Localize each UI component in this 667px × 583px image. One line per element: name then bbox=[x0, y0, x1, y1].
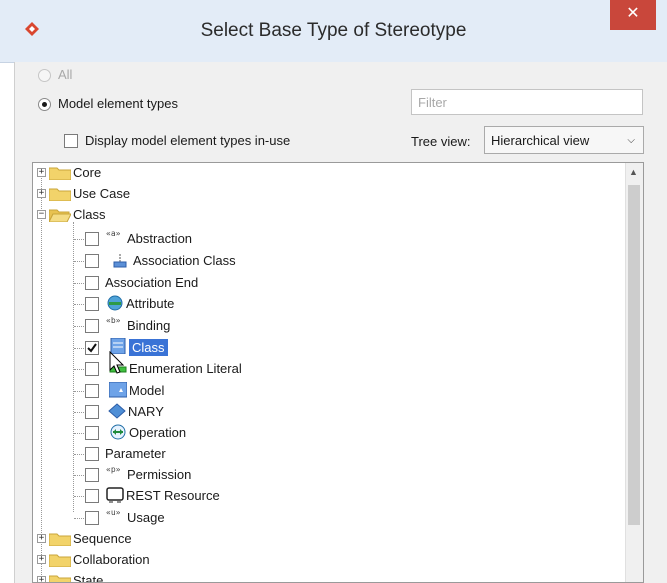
collapse-icon[interactable]: − bbox=[37, 210, 46, 219]
folder-icon bbox=[49, 533, 71, 546]
rest-resource-icon bbox=[106, 487, 124, 503]
item-checkbox[interactable] bbox=[85, 384, 99, 398]
model-element-types-radio[interactable] bbox=[38, 98, 51, 111]
expand-icon[interactable]: + bbox=[37, 189, 46, 198]
tree-item-rest-resource[interactable]: REST Resource bbox=[33, 486, 623, 507]
permission-icon: «p» bbox=[106, 465, 121, 474]
tree-item-label: REST Resource bbox=[126, 488, 220, 503]
model-element-tree[interactable]: + Core + Use Case − Class «a» Abstractio… bbox=[32, 162, 644, 583]
tree-node-label: Class bbox=[73, 207, 106, 222]
tree-node-core[interactable]: + Core bbox=[33, 163, 623, 184]
tree-view-label: Tree view: bbox=[411, 134, 471, 149]
tree-item-model[interactable]: Model bbox=[33, 381, 623, 402]
expand-icon[interactable]: + bbox=[37, 576, 46, 582]
usage-icon: «u» bbox=[106, 508, 121, 517]
item-checkbox[interactable] bbox=[85, 362, 99, 376]
tree-item-label: Attribute bbox=[126, 296, 175, 311]
tree-node-label: Sequence bbox=[73, 531, 132, 546]
tree-node-label: Use Case bbox=[73, 186, 131, 201]
display-in-use-label: Display model element types in-use bbox=[85, 133, 291, 148]
tree-node-use-case[interactable]: + Use Case bbox=[33, 184, 623, 205]
mouse-cursor-icon bbox=[109, 351, 125, 374]
tree-item-usage[interactable]: «u» Usage bbox=[33, 508, 623, 529]
item-checkbox[interactable] bbox=[85, 319, 99, 333]
association-class-icon bbox=[113, 254, 127, 268]
folder-icon bbox=[49, 575, 71, 582]
tree-item-label: Parameter bbox=[105, 446, 166, 461]
open-folder-icon bbox=[49, 209, 71, 222]
item-checkbox[interactable] bbox=[85, 468, 99, 482]
tree-view-select[interactable]: Hierarchical view ⌵ bbox=[484, 126, 644, 154]
dialog-title: Select Base Type of Stereotype bbox=[200, 20, 467, 41]
tree-node-label: Core bbox=[73, 165, 102, 180]
filter-input[interactable] bbox=[411, 89, 643, 115]
tree-item-label: Usage bbox=[127, 510, 165, 525]
tree-item-association-class[interactable]: Association Class bbox=[33, 251, 623, 272]
scroll-up-arrow-icon[interactable]: ▲ bbox=[629, 167, 638, 177]
tree-node-label: Collaboration bbox=[73, 552, 150, 567]
item-checkbox[interactable] bbox=[85, 276, 99, 290]
item-checkbox[interactable] bbox=[85, 254, 99, 268]
title-bar: Select Base Type of Stereotype ✕ bbox=[0, 0, 667, 63]
tree-item-label: Model bbox=[129, 383, 165, 398]
tree-item-permission[interactable]: «p» Permission bbox=[33, 465, 623, 486]
item-checkbox[interactable] bbox=[85, 297, 99, 311]
operation-icon bbox=[110, 424, 126, 440]
tree-item-label: Permission bbox=[127, 467, 192, 482]
tree-node-class-folder[interactable]: − Class bbox=[33, 205, 623, 226]
item-checkbox[interactable] bbox=[85, 405, 99, 419]
tree-view-value: Hierarchical view bbox=[491, 133, 590, 148]
tree-node-label: State bbox=[73, 573, 104, 583]
binding-icon: «b» bbox=[106, 316, 121, 325]
display-in-use-checkbox[interactable] bbox=[64, 134, 78, 148]
abstraction-icon: «a» bbox=[106, 229, 121, 238]
chevron-down-icon: ⌵ bbox=[627, 135, 635, 146]
expand-icon[interactable]: + bbox=[37, 168, 46, 177]
tree-item-label: Abstraction bbox=[127, 231, 193, 246]
tree-node-state[interactable]: + State bbox=[33, 571, 623, 583]
item-checkbox[interactable] bbox=[85, 447, 99, 461]
tree-item-label: Operation bbox=[129, 425, 187, 440]
tree-item-attribute[interactable]: Attribute bbox=[33, 294, 623, 315]
close-button[interactable]: ✕ bbox=[610, 0, 656, 30]
folder-icon bbox=[49, 167, 71, 180]
checkmark-icon bbox=[87, 343, 97, 353]
tree-item-label: Association End bbox=[105, 275, 199, 290]
tree-item-parameter[interactable]: Parameter bbox=[33, 444, 623, 465]
expand-icon[interactable]: + bbox=[37, 534, 46, 543]
tree-item-label: Association Class bbox=[133, 253, 236, 268]
tree-node-sequence[interactable]: + Sequence bbox=[33, 529, 623, 550]
item-checkbox[interactable] bbox=[85, 489, 99, 503]
tree-item-abstraction[interactable]: «a» Abstraction bbox=[33, 229, 623, 250]
tree-item-operation[interactable]: Operation bbox=[33, 423, 623, 444]
model-icon bbox=[109, 382, 127, 398]
folder-icon bbox=[49, 188, 71, 201]
item-checkbox[interactable] bbox=[85, 426, 99, 440]
tree-item-association-end[interactable]: Association End bbox=[33, 273, 623, 294]
vertical-scrollbar[interactable]: ▲ bbox=[625, 163, 643, 582]
item-checkbox[interactable] bbox=[85, 511, 99, 525]
tree-item-label: Class bbox=[129, 339, 168, 356]
tree-item-binding[interactable]: «b» Binding bbox=[33, 316, 623, 337]
item-checkbox[interactable] bbox=[85, 232, 99, 246]
folder-icon bbox=[49, 554, 71, 567]
tree-item-label: Binding bbox=[127, 318, 171, 333]
tree-node-collaboration[interactable]: + Collaboration bbox=[33, 550, 623, 571]
tree-item-label: Enumeration Literal bbox=[129, 361, 242, 376]
expand-icon[interactable]: + bbox=[37, 555, 46, 564]
model-element-types-label: Model element types bbox=[58, 96, 178, 111]
nary-icon bbox=[108, 403, 126, 419]
all-radio[interactable] bbox=[38, 69, 51, 82]
all-label: All bbox=[58, 67, 73, 82]
attribute-icon bbox=[107, 295, 123, 311]
tree-item-nary[interactable]: NARY bbox=[33, 402, 623, 423]
item-checkbox-checked[interactable] bbox=[85, 341, 99, 355]
tree-item-label: NARY bbox=[128, 404, 164, 419]
scrollbar-thumb[interactable] bbox=[628, 185, 640, 525]
